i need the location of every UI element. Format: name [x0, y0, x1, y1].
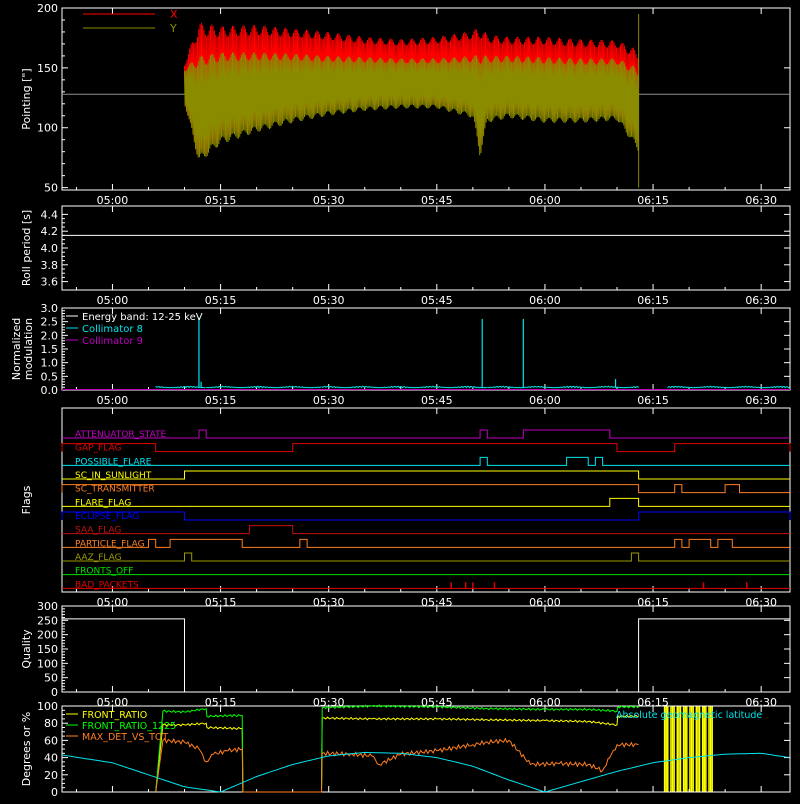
roll-period-ylabel: Roll period [s]: [20, 210, 33, 286]
flags-label: PARTICLE_FLAG: [75, 539, 145, 549]
modulation-legend-label: Collimator 8: [82, 324, 143, 335]
pointing-xtick-label: 06:15: [637, 194, 669, 207]
modulation-ytick-label: 2.0: [41, 329, 59, 342]
ratios-ytick-label: 80: [44, 717, 58, 730]
modulation-ytick-label: 1.5: [41, 343, 59, 356]
flags-row-step: [62, 497, 790, 507]
modulation-xtick-label: 06:30: [745, 394, 777, 407]
pointing-legend-label: X: [170, 8, 178, 21]
modulation-collimator8-segment: [206, 385, 322, 389]
flags-label: SAA_FLAG: [75, 526, 121, 536]
flags-row-step: [62, 552, 790, 562]
flags-label: FRONTS_OFF: [75, 567, 133, 577]
ratios-ytick-label: 0: [51, 786, 58, 799]
ratios-ytick-label: 60: [44, 734, 58, 747]
pointing-xtick-label: 05:30: [313, 194, 345, 207]
flags-ylabel: Flags: [20, 485, 33, 514]
flags-row-step: [61, 484, 790, 494]
ratios-legend-label: FRONT_RATIO: [82, 710, 147, 721]
modulation-ytick-label: 0.0: [41, 384, 59, 397]
flags-label: ATTENUATOR_STATE: [75, 430, 167, 440]
figure-svg: 50100150200Pointing ["]05:00 05:15 05:30 05…: [10, 2, 791, 799]
pointing-ylabel: Pointing ["]: [20, 68, 33, 129]
flags-row-step: [62, 538, 790, 548]
quality-ylabel: Quality: [20, 629, 33, 669]
modulation-xtick-label: 05:45: [421, 394, 453, 407]
flags-row-step: [62, 525, 790, 535]
ratios-ytick-label: 100: [37, 700, 58, 713]
flags-label: SC_TRANSMITTER: [75, 485, 155, 495]
pointing-xtick-label: 05:00: [97, 194, 129, 207]
flags-frame: [61, 407, 791, 593]
flags-label: SC_IN_SUNLIGHT: [75, 471, 152, 481]
ratios-legend-label: FRONT_RATIO_1225: [82, 721, 176, 732]
modulation-ytick-label: 3.0: [41, 302, 59, 315]
roll-period-ytick-label: 3.6: [41, 276, 59, 289]
roll-period-xtick-label: 05:00: [97, 294, 129, 307]
flags-row-step: [61, 511, 791, 521]
flags-label: POSSIBLE_FLARE: [75, 457, 152, 467]
roll-period-frame: [61, 205, 791, 291]
flags-row-step: [61, 443, 791, 453]
modulation-collimator8-segment: [321, 385, 488, 389]
flags-label: ECLIPSE_FLAG: [75, 512, 139, 522]
roll-period-xtick-label: 05:45: [421, 294, 453, 307]
roll-period-ytick-label: 4.4: [41, 208, 59, 221]
modulation-collimator8-segment: [155, 385, 206, 389]
pointing-ytick-label: 150: [37, 62, 58, 75]
modulation-xtick-label: 05:30: [313, 394, 345, 407]
modulation-collimator8-segment: [667, 385, 790, 389]
quality-ytick-label: 50: [44, 672, 58, 685]
modulation-collimator8-segment: [487, 385, 617, 389]
ratios-legend-label: MAX_DET_VS_TOT: [82, 732, 168, 743]
ratios-ylabel: Degrees or %: [20, 712, 33, 786]
quality-ytick-label: 200: [37, 629, 58, 642]
pointing-ytick-label: 100: [37, 122, 58, 135]
roll-period-xtick-label: 06:15: [637, 294, 669, 307]
pointing-xtick-label: 06:00: [529, 194, 561, 207]
modulation-collimator8-segment: [616, 385, 639, 389]
flags-label: BAD_PACKETS: [75, 580, 139, 590]
pointing-xtick-label: 05:45: [421, 194, 453, 207]
roll-period-xtick-label: 06:00: [529, 294, 561, 307]
quality-ytick-label: 300: [37, 600, 58, 613]
roll-period-ytick-label: 3.8: [41, 259, 59, 272]
pointing-ytick-label: 200: [37, 2, 58, 15]
flags-label: AAZ_FLAG: [75, 553, 122, 563]
quality-series-line: [62, 618, 790, 693]
quality-ytick-label: 150: [37, 643, 58, 656]
flags-row-step: [62, 456, 790, 466]
quality-ytick-label: 250: [37, 614, 58, 627]
roll-period-xtick-label: 05:30: [313, 294, 345, 307]
pointing-ytick-label: 50: [44, 182, 58, 195]
ratios-ytick-label: 40: [44, 752, 58, 765]
flags-row-step: [62, 470, 790, 480]
pointing-xtick-label: 06:30: [745, 194, 777, 207]
modulation-ylabel-line2: modulation: [22, 318, 35, 380]
quicklook-figure: 50 100 150 200 Pointing ["] 05:00 05:15 05:30 05…: [0, 0, 800, 800]
ratios-annotation: Absolute geomagnetic latitude: [616, 710, 762, 721]
roll-period-xtick-label: 06:30: [745, 294, 777, 307]
modulation-ytick-label: 1.0: [41, 357, 59, 370]
ratios-series-max-det-vs-tot: [155, 737, 639, 793]
roll-period-ytick-label: 4.0: [41, 242, 59, 255]
roll-period-ytick-label: 4.2: [41, 225, 59, 238]
ratios-ytick-label: 20: [44, 769, 58, 782]
modulation-xtick-label: 05:00: [97, 394, 129, 407]
modulation-legend-label: Collimator 9: [82, 336, 143, 347]
modulation-xtick-label: 06:00: [529, 394, 561, 407]
quality-ytick-label: 100: [37, 657, 58, 670]
quality-ytick-label: 0: [51, 686, 58, 699]
pointing-legend-label: Y: [169, 22, 177, 35]
pointing-xtick-label: 05:15: [205, 194, 237, 207]
roll-period-xtick-label: 05:15: [205, 294, 237, 307]
flags-label: GAP_FLAG: [75, 444, 121, 454]
flags-row-step: [62, 429, 790, 439]
modulation-xtick-label: 06:15: [637, 394, 669, 407]
modulation-xtick-label: 05:15: [205, 394, 237, 407]
modulation-legend-label: Energy band: 12-25 keV: [82, 312, 203, 323]
modulation-ytick-label: 0.5: [41, 370, 59, 383]
modulation-ytick-label: 2.5: [41, 316, 59, 329]
flags-label: FLARE_FLAG: [75, 498, 131, 508]
